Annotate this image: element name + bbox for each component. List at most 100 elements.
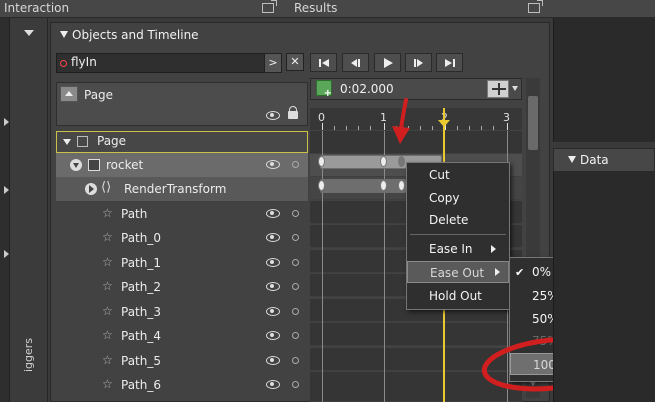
eye-icon[interactable] [266,209,280,218]
tree-item-label: rocket [106,158,144,172]
tree-item-label: Path_0 [121,231,161,245]
submenu-arrow-icon [491,245,496,253]
tree-item-label: Path_2 [121,280,161,294]
chevron-right-icon [89,185,94,193]
keyframe-marker[interactable] [318,156,325,167]
tab-results[interactable]: Results [294,0,337,18]
menu-item-hold-out[interactable]: Hold Out [407,285,509,307]
data-panel-title-text: Data [580,153,609,167]
objects-panel-title[interactable]: Objects and Timeline [60,28,199,42]
menu-separator [410,234,506,235]
next-frame-button[interactable] [405,53,432,72]
menu-item-delete[interactable]: Delete [407,209,509,231]
keyframe-marker[interactable] [398,180,405,191]
ruler-tick [469,126,470,130]
transform-icon: ⟨⟩ [101,180,112,195]
tree-item-label: Page [97,134,127,148]
scope-up-icon[interactable] [60,86,78,102]
eye-icon[interactable] [266,111,280,120]
menu-item-copy[interactable]: Copy [407,187,509,209]
record-icon [60,60,67,67]
tree-item-label: Path_6 [121,378,161,392]
play-button[interactable] [374,53,401,72]
go-to-first-frame-button[interactable] [310,53,337,72]
lock-toggle-icon[interactable] [292,308,299,315]
pin-icon[interactable] [528,0,543,13]
tree-item-label: Path_4 [121,329,161,343]
eye-icon[interactable] [266,282,280,291]
collapse-triangle-icon [60,31,68,38]
chevron-down-icon[interactable] [512,86,518,91]
expand-arrow-icon[interactable] [4,250,9,258]
timeline-gridline [384,131,385,402]
property-star-icon: ☆ [102,255,113,269]
keyframe-marker[interactable] [318,180,325,191]
ruler-tick [493,126,494,130]
pin-icon[interactable] [262,0,277,13]
tree-item-label: Path_5 [121,354,161,368]
property-star-icon: ☆ [102,230,113,244]
go-to-last-frame-button[interactable] [436,53,463,72]
lock-toggle-icon[interactable] [292,161,299,168]
lock-toggle-icon[interactable] [292,259,299,266]
collapse-arrow-icon[interactable] [24,30,34,36]
menu-item-cut[interactable]: Cut [407,164,509,186]
data-panel-body [553,172,655,402]
property-star-icon: ☆ [102,377,113,391]
keyframe-span-bar[interactable] [320,179,406,193]
first-frame-icon [319,59,329,67]
tree-item-page[interactable] [56,131,308,153]
eye-icon[interactable] [266,233,280,242]
lock-toggle-icon[interactable] [292,332,299,339]
triggers-label[interactable]: iggers [22,338,35,372]
play-icon [384,58,393,68]
property-star-icon: ☆ [102,304,113,318]
lock-toggle-icon[interactable] [292,381,299,388]
keyframe-marker[interactable] [380,156,387,167]
lock-toggle-icon[interactable] [292,210,299,217]
left-toolbar-strip [0,18,10,402]
eye-icon[interactable] [266,307,280,316]
record-keyframe-icon[interactable] [316,80,332,99]
tree-item-label: Path [121,207,148,221]
tab-interaction[interactable]: Interaction [4,0,69,18]
expand-arrow-icon[interactable] [4,118,9,126]
submenu-arrow-icon [495,268,500,276]
page-node-icon [77,136,88,147]
chevron-down-icon [73,163,79,168]
data-panel-title[interactable]: Data [568,153,609,167]
previous-frame-icon [351,59,360,67]
previous-frame-button[interactable] [342,53,369,72]
ruler-tick [370,126,371,130]
eye-icon[interactable] [266,331,280,340]
keyframe-marker[interactable] [380,180,387,191]
scrollbar-thumb[interactable] [528,96,538,150]
ruler-tick [507,123,508,130]
eye-icon[interactable] [266,380,280,389]
last-frame-icon [445,59,455,67]
lock-toggle-icon[interactable] [292,283,299,290]
property-star-icon: ☆ [102,328,113,342]
property-star-icon: ☆ [102,353,113,367]
menu-item-ease-out[interactable]: Ease Out [407,261,509,283]
lock-icon[interactable] [288,106,298,119]
close-storyboard-button[interactable]: ✕ [286,53,304,71]
current-time-readout[interactable]: 0:02.000 [340,82,394,96]
ruler-tick [481,126,482,130]
results-panel [553,18,655,142]
eye-icon[interactable] [266,356,280,365]
snapping-icon[interactable] [487,80,509,98]
eye-icon[interactable] [266,160,280,169]
objects-panel-title-text: Objects and Timeline [72,28,199,42]
playhead-handle[interactable] [438,120,450,127]
canvas-icon [88,159,100,171]
expand-arrow-icon[interactable] [4,186,9,194]
property-star-icon: ☆ [102,206,113,220]
keyframe-marker-selected[interactable] [398,156,405,167]
expand-triangle-icon[interactable] [63,139,71,145]
lock-toggle-icon[interactable] [292,357,299,364]
storyboard-picker-button[interactable]: > [264,53,282,73]
ruler-tick [420,126,421,130]
eye-icon[interactable] [266,258,280,267]
lock-toggle-icon[interactable] [292,234,299,241]
